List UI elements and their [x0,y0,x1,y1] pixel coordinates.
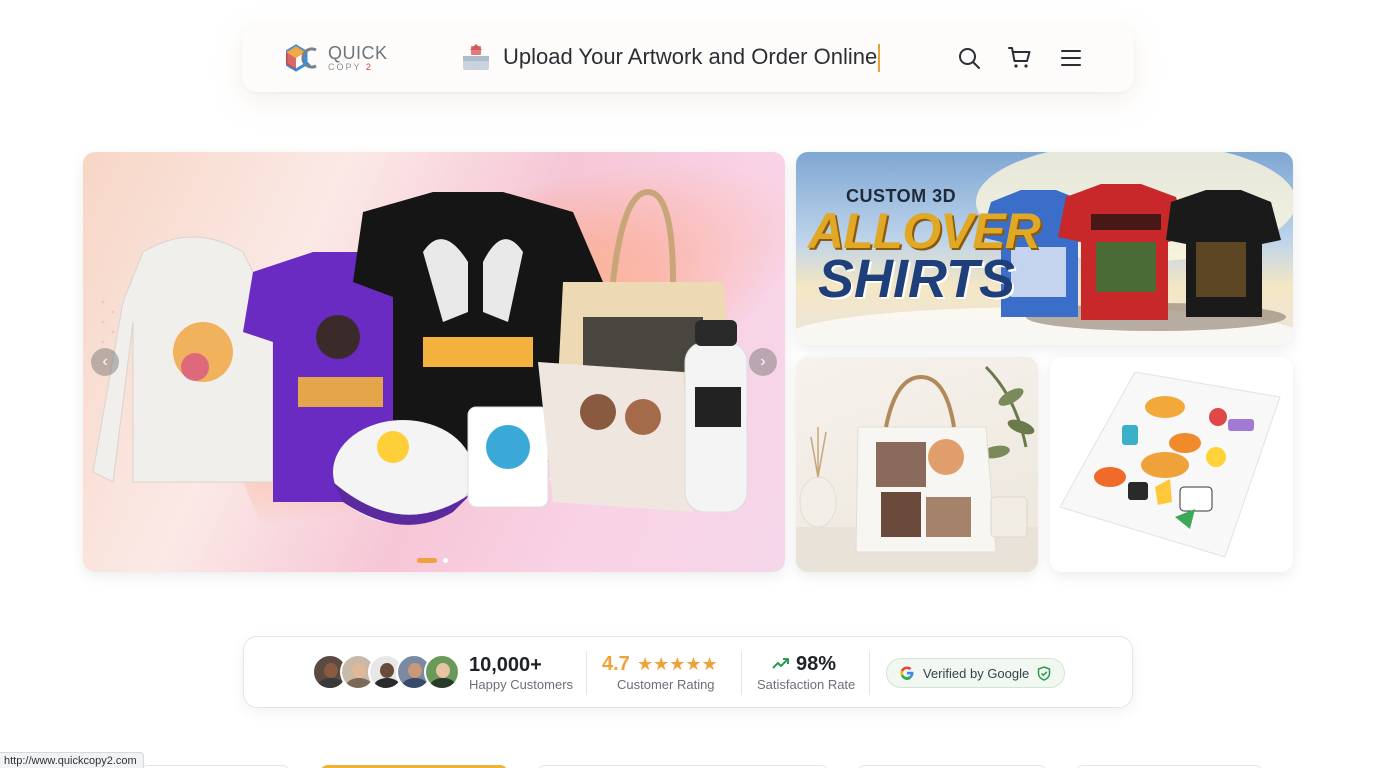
tote-bag-banner[interactable] [796,357,1038,572]
customers-label: Happy Customers [469,677,574,692]
carousel-prev-button[interactable]: ‹ [91,348,119,376]
stats-divider [741,651,742,695]
logo-mark-icon [286,44,317,72]
verified-label: Verified by Google [923,665,1030,681]
search-icon[interactable] [957,46,981,70]
allover-shirts-banner[interactable]: CUSTOM 3D ALLOVER SHIRTS [796,152,1293,345]
avatar [424,654,460,690]
stats-divider [586,651,587,695]
upload-icon [463,44,489,70]
logo-line1: QUICK [328,43,388,63]
upload-artwork-link[interactable]: Upload Your Artwork and Order Online [503,44,877,70]
logo-line2: COPY 2 [328,62,373,72]
carousel-dot-1[interactable] [417,558,437,563]
satisfaction-value: 98% [796,653,837,675]
rating-stars-icon: ★★★★★ [637,654,718,674]
stats-bar: 10,000+ Happy Customers 4.7 ★★★★★ Custom… [243,636,1133,708]
trend-up-icon [772,658,789,669]
google-icon [900,666,914,680]
carousel-dot-2[interactable] [443,558,448,563]
customers-count: 10,000+ [469,654,542,676]
text-caret [878,44,880,72]
rating-label: Customer Rating [617,677,715,692]
carousel-dots [417,558,448,563]
cart-icon[interactable] [1008,46,1032,70]
status-bar-url: http://www.quickcopy2.com [0,752,144,768]
shirts-banner-line3: SHIRTS [818,249,1016,309]
customer-avatars [312,654,460,690]
hero-carousel[interactable]: ‹ › [83,152,785,572]
tote-bag-image [796,365,1038,572]
satisfaction-label: Satisfaction Rate [757,677,856,692]
menu-icon[interactable] [1059,46,1083,70]
hero-products-image [92,188,748,525]
stickers-image [1059,371,1281,558]
site-header: QUICK COPY 2 Upload Your Artwork and Ord… [242,24,1134,92]
verified-by-google-badge[interactable]: Verified by Google [886,658,1065,688]
rating-value: 4.7 [602,653,630,675]
carousel-next-button[interactable]: › [749,348,777,376]
site-logo[interactable]: QUICK COPY 2 [286,44,396,72]
logo-text: QUICK COPY 2 [328,44,388,72]
stickers-banner[interactable] [1050,357,1293,572]
stats-divider [869,651,870,695]
shield-check-icon [1037,665,1051,681]
